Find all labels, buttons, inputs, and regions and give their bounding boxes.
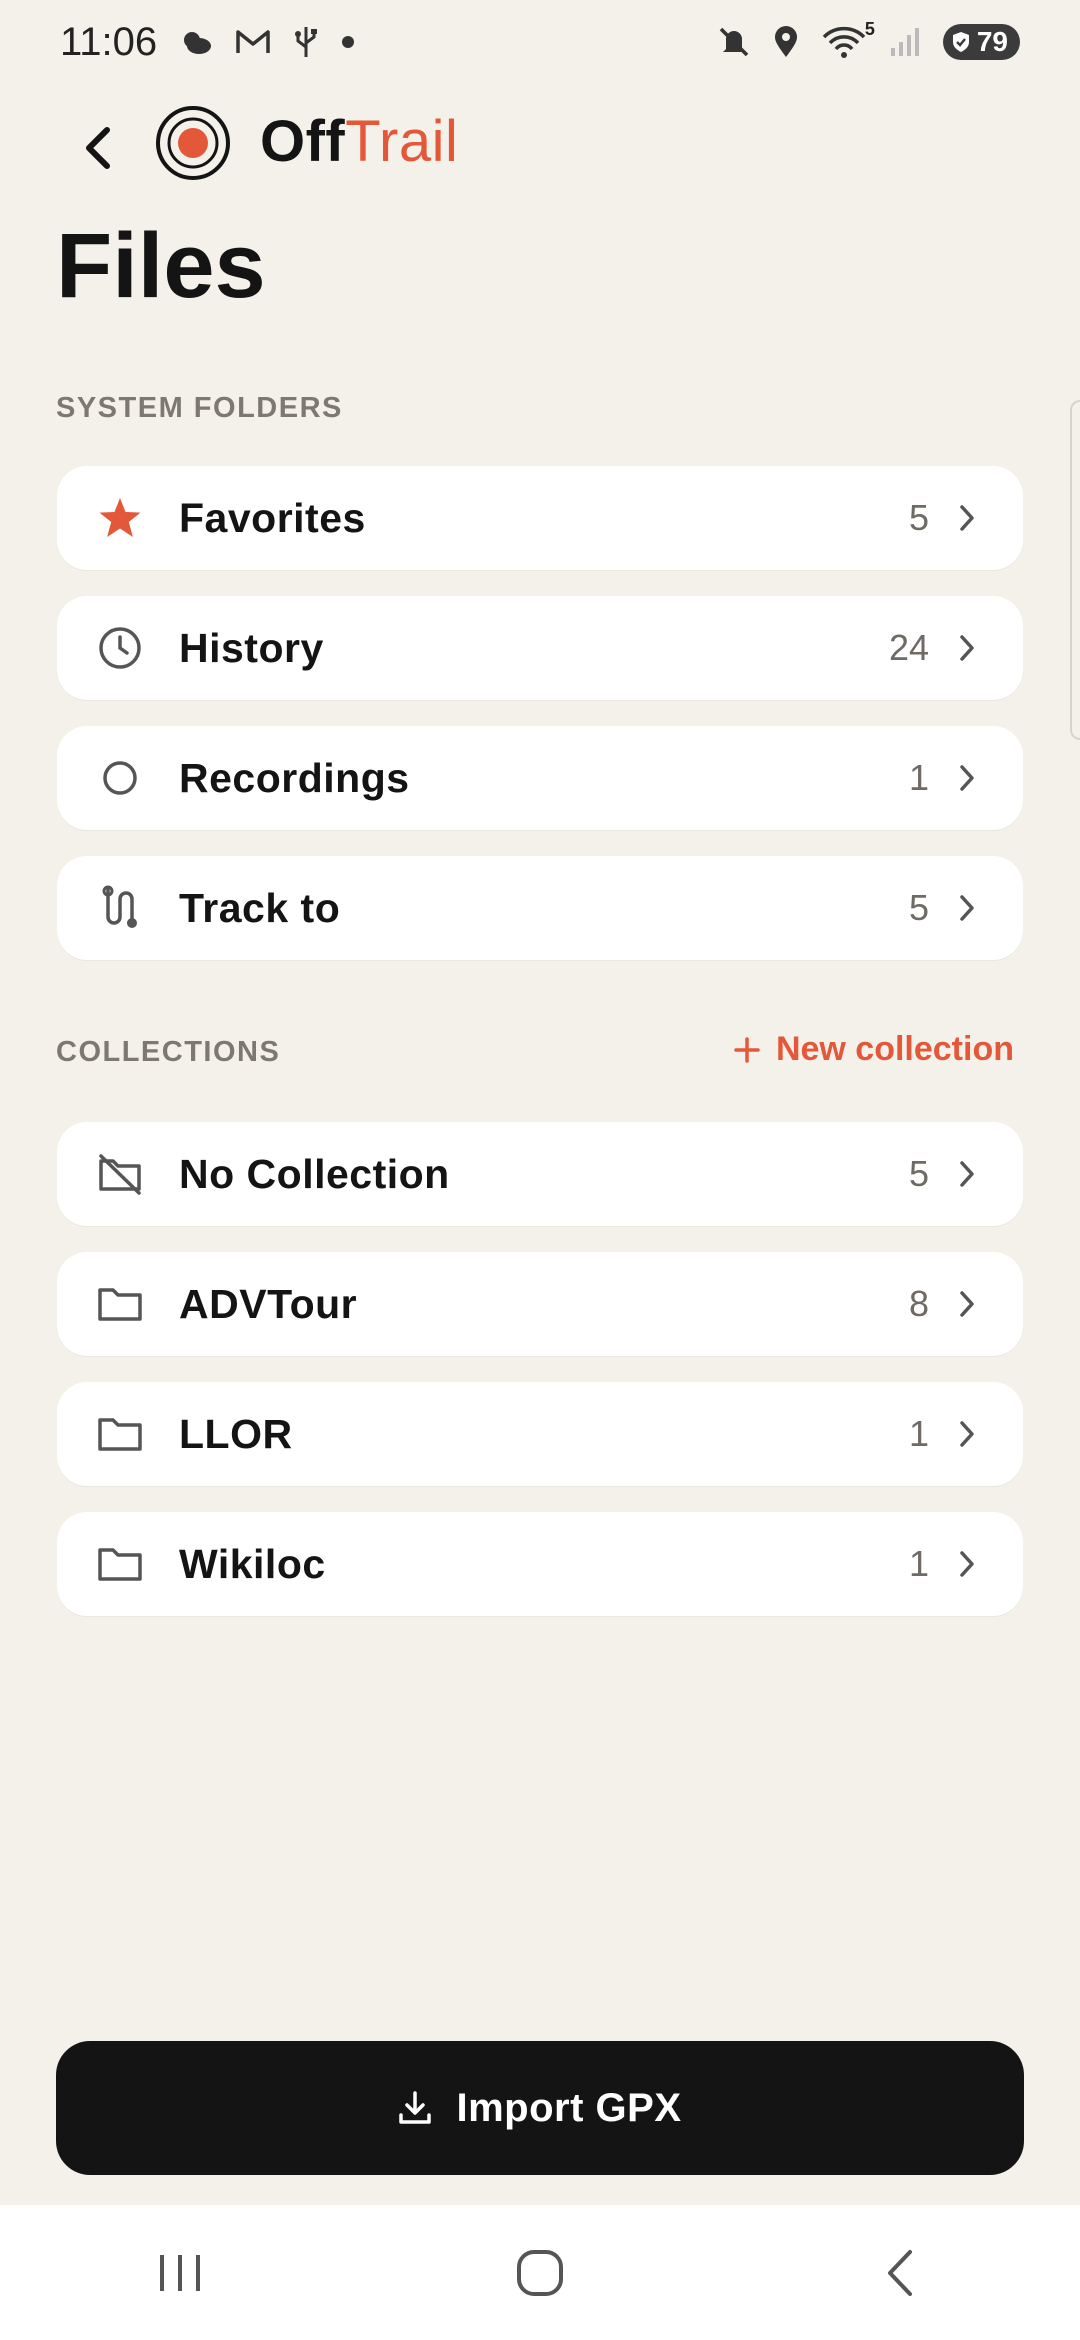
folder-favorites[interactable]: Favorites 5 <box>57 466 1023 570</box>
new-collection-label: New collection <box>775 1030 1014 1068</box>
page-title: Files <box>56 215 266 317</box>
app-header: OffTrail <box>0 96 1080 190</box>
row-count: 5 <box>908 1153 929 1194</box>
import-gpx-label: Import GPX <box>456 2085 682 2130</box>
system-nav-bar <box>0 2205 1080 2340</box>
row-count: 1 <box>908 1543 929 1584</box>
status-left: 11:06 <box>60 20 355 65</box>
home-icon <box>517 2249 563 2296</box>
row-label: Recordings <box>179 754 410 801</box>
chevron-right-icon <box>955 631 979 665</box>
battery-level: 79 <box>976 26 1008 57</box>
row-label: Favorites <box>179 494 366 541</box>
collection-wikiloc[interactable]: Wikiloc 1 <box>57 1512 1023 1616</box>
chevron-left-icon <box>86 127 110 169</box>
clock-icon <box>97 625 143 671</box>
row-count: 8 <box>908 1283 929 1324</box>
chevron-right-icon <box>955 891 979 925</box>
row-label: ADVTour <box>179 1280 358 1327</box>
folder-track-to[interactable]: Track to 5 <box>57 856 1023 960</box>
location-icon <box>773 25 799 59</box>
wifi-label: 5 <box>864 19 875 39</box>
row-count: 5 <box>908 887 929 928</box>
dot-icon <box>341 35 355 49</box>
status-right: 5 79 <box>717 19 1020 60</box>
usb-icon <box>293 25 319 59</box>
edge-panel-handle[interactable] <box>1070 400 1080 740</box>
collection-no-collection[interactable]: No Collection 5 <box>57 1122 1023 1226</box>
folder-off-icon <box>97 1151 143 1197</box>
star-icon <box>97 495 143 541</box>
status-bar: 11:06 5 79 <box>0 0 1080 84</box>
recents-icon <box>160 2254 200 2291</box>
row-label: No Collection <box>179 1150 450 1197</box>
wifi-icon: 5 <box>821 19 875 59</box>
collections-label: COLLECTIONS <box>56 1036 281 1068</box>
folder-icon <box>97 1411 143 1457</box>
row-count: 5 <box>908 497 929 538</box>
recents-button[interactable] <box>120 2223 240 2323</box>
battery-icon: 79 <box>942 24 1020 60</box>
back-icon <box>888 2249 912 2296</box>
row-count: 24 <box>888 627 929 668</box>
row-label: Track to <box>179 884 341 931</box>
app-brand-name: OffTrail <box>260 108 458 175</box>
row-label: Wikiloc <box>179 1540 326 1587</box>
route-icon <box>97 885 143 931</box>
folder-icon <box>97 1281 143 1327</box>
plus-icon <box>734 1036 760 1063</box>
row-count: 1 <box>908 757 929 798</box>
chevron-right-icon <box>955 1157 979 1191</box>
chevron-right-icon <box>955 761 979 795</box>
mute-icon <box>717 25 751 59</box>
collection-advtour[interactable]: ADVTour 8 <box>57 1252 1023 1356</box>
row-label: History <box>179 624 324 671</box>
chevron-right-icon <box>955 1417 979 1451</box>
brand-part-trail: Trail <box>345 109 459 174</box>
folder-recordings[interactable]: Recordings 1 <box>57 726 1023 830</box>
system-folders-label: SYSTEM FOLDERS <box>56 392 343 424</box>
chevron-right-icon <box>955 1547 979 1581</box>
row-label: LLOR <box>179 1410 293 1457</box>
folder-icon <box>97 1541 143 1587</box>
new-collection-button[interactable]: New collection <box>734 1030 1014 1069</box>
brand-part-off: Off <box>260 109 346 174</box>
back-button[interactable] <box>66 116 130 180</box>
circle-icon <box>97 755 143 801</box>
gmail-icon <box>235 28 271 56</box>
row-count: 1 <box>908 1413 929 1454</box>
weather-icon <box>179 28 213 56</box>
collection-llor[interactable]: LLOR 1 <box>57 1382 1023 1486</box>
folder-history[interactable]: History 24 <box>57 596 1023 700</box>
app-logo-icon <box>154 104 232 182</box>
download-icon <box>399 2091 432 2124</box>
import-gpx-button[interactable]: Import GPX <box>56 2041 1024 2175</box>
home-button[interactable] <box>480 2223 600 2323</box>
status-time: 11:06 <box>60 19 158 64</box>
chevron-right-icon <box>955 501 979 535</box>
signal-icon <box>889 26 921 58</box>
system-back-button[interactable] <box>840 2223 960 2323</box>
chevron-right-icon <box>955 1287 979 1321</box>
shield-icon <box>952 32 969 52</box>
